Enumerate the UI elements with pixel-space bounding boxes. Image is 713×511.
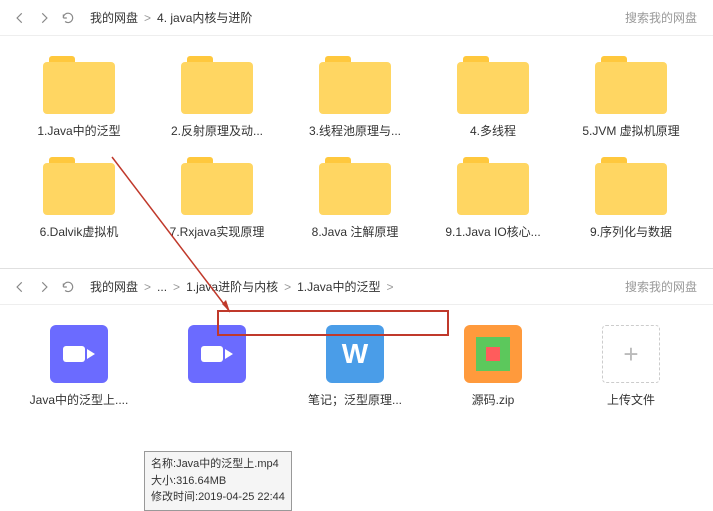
chevron-right-icon: > [284,280,291,294]
folder-item[interactable]: 1.Java中的泛型 [10,56,148,139]
search-input[interactable]: 搜索我的网盘 [625,278,705,295]
file-tooltip: 名称:Java中的泛型上.mp4 大小:316.64MB 修改时间:2019-0… [144,451,292,511]
chevron-right-icon: > [386,280,393,294]
search-input[interactable]: 搜索我的网盘 [625,9,705,26]
folder-icon [595,56,667,114]
folder-item[interactable]: 5.JVM 虚拟机原理 [562,56,700,139]
folder-item[interactable]: 4.多线程 [424,56,562,139]
tooltip-mtime-value: 2019-04-25 22:44 [198,491,285,503]
folder-item[interactable]: 9.1.Java IO核心... [424,157,562,240]
folder-icon [319,56,391,114]
video-icon [50,325,108,383]
chevron-right-icon: > [173,280,180,294]
folder-label: 5.JVM 虚拟机原理 [562,122,700,139]
tooltip-mtime-label: 修改时间: [151,491,198,503]
folder-label: 7.Rxjava实现原理 [148,223,286,240]
folder-label: 6.Dalvik虚拟机 [10,223,148,240]
upload-button[interactable]: + 上传文件 [562,325,700,408]
forward-button[interactable] [32,6,56,30]
folder-label: 2.反射原理及动... [148,122,286,139]
file-label: 源码.zip [424,391,562,408]
chevron-right-icon: > [144,11,151,25]
folder-label: 4.多线程 [424,122,562,139]
folder-item[interactable]: 2.反射原理及动... [148,56,286,139]
folder-item[interactable]: 9.序列化与数据 [562,157,700,240]
folder-label: 8.Java 注解原理 [286,223,424,240]
folder-label: 3.线程池原理与... [286,122,424,139]
folder-item[interactable]: 6.Dalvik虚拟机 [10,157,148,240]
top-toolbar: 我的网盘 > 4. java内核与进阶 搜索我的网盘 [0,0,713,36]
refresh-button[interactable] [56,6,80,30]
breadcrumb-root[interactable]: 我的网盘 [90,9,138,26]
refresh-button[interactable] [56,275,80,299]
bottom-panel: 我的网盘 > ... > 1.java进阶与内核 > 1.Java中的泛型 > … [0,269,713,436]
folder-icon [457,157,529,215]
file-grid: Java中的泛型上.... W 笔记；泛型原理... 源码.zip + 上传文件 [0,305,713,436]
file-item[interactable]: Java中的泛型上.... [10,325,148,408]
forward-button[interactable] [32,275,56,299]
tooltip-size-value: 316.64MB [176,475,226,487]
breadcrumb: 我的网盘 > ... > 1.java进阶与内核 > 1.Java中的泛型 > [90,278,625,295]
folder-item[interactable]: 3.线程池原理与... [286,56,424,139]
folder-icon [43,157,115,215]
folder-grid: 1.Java中的泛型 2.反射原理及动... 3.线程池原理与... 4.多线程… [0,36,713,268]
word-icon: W [326,325,384,383]
file-label: Java中的泛型上.... [10,391,148,408]
folder-icon [181,56,253,114]
breadcrumb: 我的网盘 > 4. java内核与进阶 [90,9,625,26]
file-item[interactable] [148,325,286,408]
tooltip-name-label: 名称: [151,458,176,470]
folder-icon [43,56,115,114]
tooltip-size-label: 大小: [151,475,176,487]
zip-icon [464,325,522,383]
back-button[interactable] [8,275,32,299]
breadcrumb-root[interactable]: 我的网盘 [90,278,138,295]
folder-icon [319,157,391,215]
chevron-right-icon: > [144,280,151,294]
file-label: 上传文件 [562,391,700,408]
folder-icon [595,157,667,215]
tooltip-name-value: Java中的泛型上.mp4 [176,458,279,470]
file-item[interactable]: W 笔记；泛型原理... [286,325,424,408]
back-button[interactable] [8,6,32,30]
folder-label: 9.1.Java IO核心... [424,223,562,240]
top-panel: 我的网盘 > 4. java内核与进阶 搜索我的网盘 1.Java中的泛型 2.… [0,0,713,269]
bottom-toolbar: 我的网盘 > ... > 1.java进阶与内核 > 1.Java中的泛型 > … [0,269,713,305]
folder-item[interactable]: 8.Java 注解原理 [286,157,424,240]
plus-icon: + [602,325,660,383]
folder-icon [457,56,529,114]
folder-label: 9.序列化与数据 [562,223,700,240]
breadcrumb-mid[interactable]: 1.java进阶与内核 [186,278,278,295]
file-label: 笔记；泛型原理... [286,391,424,408]
file-item[interactable]: 源码.zip [424,325,562,408]
breadcrumb-leaf[interactable]: 1.Java中的泛型 [297,278,380,295]
folder-label: 1.Java中的泛型 [10,122,148,139]
breadcrumb-current[interactable]: 4. java内核与进阶 [157,9,252,26]
folder-icon [181,157,253,215]
breadcrumb-ellipsis[interactable]: ... [157,280,167,294]
folder-item[interactable]: 7.Rxjava实现原理 [148,157,286,240]
video-icon [188,325,246,383]
